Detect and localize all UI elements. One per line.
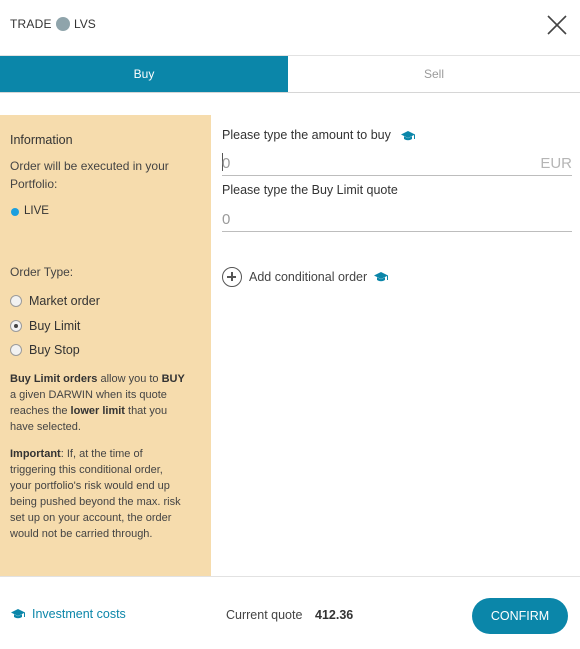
graduation-cap-icon[interactable] bbox=[373, 271, 389, 283]
graduation-cap-icon[interactable] bbox=[400, 130, 416, 142]
radio-market-order[interactable] bbox=[10, 295, 22, 307]
asset-dot-icon bbox=[56, 17, 70, 31]
radio-buy-limit[interactable] bbox=[10, 320, 22, 332]
add-conditional-order-button[interactable]: Add conditional order bbox=[222, 266, 389, 288]
limit-label: Please type the Buy Limit quote bbox=[222, 183, 398, 197]
desc-bold: BUY bbox=[161, 373, 185, 385]
currency-label: EUR bbox=[540, 155, 572, 172]
radio-label: Buy Limit bbox=[29, 319, 81, 333]
close-icon[interactable] bbox=[546, 14, 568, 36]
order-type-buy-limit[interactable]: Buy Limit bbox=[10, 317, 80, 335]
desc-bold: Important bbox=[10, 448, 61, 460]
current-quote-label: Current quote bbox=[226, 608, 303, 622]
trade-label: TRADE bbox=[10, 17, 52, 31]
trade-tabs: Buy Sell bbox=[0, 56, 580, 93]
limit-input-value[interactable]: 0 bbox=[222, 211, 230, 228]
desc-text: allow you to bbox=[97, 373, 162, 385]
radio-buy-stop[interactable] bbox=[10, 344, 22, 356]
asset-symbol: LVS bbox=[74, 17, 96, 31]
portfolio-label: LIVE bbox=[24, 205, 49, 217]
tab-sell[interactable]: Sell bbox=[288, 56, 580, 92]
graduation-cap-icon bbox=[11, 609, 25, 619]
amount-label-text: Please type the amount to buy bbox=[222, 128, 391, 142]
tab-buy[interactable]: Buy bbox=[0, 56, 288, 92]
amount-input-value[interactable]: 0 bbox=[222, 155, 230, 172]
investment-costs-label[interactable]: Investment costs bbox=[32, 607, 126, 621]
radio-label: Market order bbox=[29, 294, 100, 308]
important-description: Important: If, at the time of triggering… bbox=[10, 446, 185, 542]
current-quote-value: 412.36 bbox=[315, 608, 354, 622]
buy-limit-description: Buy Limit orders allow you to BUY a give… bbox=[10, 371, 185, 435]
plus-circle-icon[interactable] bbox=[222, 267, 242, 287]
live-status-icon bbox=[11, 208, 19, 216]
dialog-footer: Investment costs Current quote 412.36 CO… bbox=[0, 576, 580, 649]
confirm-button[interactable]: CONFIRM bbox=[472, 598, 568, 634]
dialog-header: TRADE LVS bbox=[0, 0, 580, 56]
order-type-label: Order Type: bbox=[10, 265, 74, 279]
conditional-order-label[interactable]: Add conditional order bbox=[249, 270, 367, 284]
limit-quote-field[interactable]: 0 bbox=[222, 206, 572, 232]
order-type-buy-stop[interactable]: Buy Stop bbox=[10, 341, 80, 359]
radio-label: Buy Stop bbox=[29, 343, 80, 357]
info-text: Order will be executed in your Portfolio… bbox=[10, 159, 169, 191]
info-sidebar: Information Order will be executed in yo… bbox=[0, 115, 211, 576]
amount-field[interactable]: 0 EUR bbox=[222, 150, 572, 176]
amount-label: Please type the amount to buy bbox=[222, 128, 416, 142]
info-title: Information bbox=[10, 133, 73, 147]
desc-text: : If, at the time of triggering this con… bbox=[10, 448, 181, 540]
investment-costs-link[interactable]: Investment costs bbox=[10, 607, 126, 621]
desc-bold: Buy Limit orders bbox=[10, 373, 98, 385]
desc-bold: lower limit bbox=[70, 405, 125, 417]
order-type-market[interactable]: Market order bbox=[10, 292, 100, 310]
